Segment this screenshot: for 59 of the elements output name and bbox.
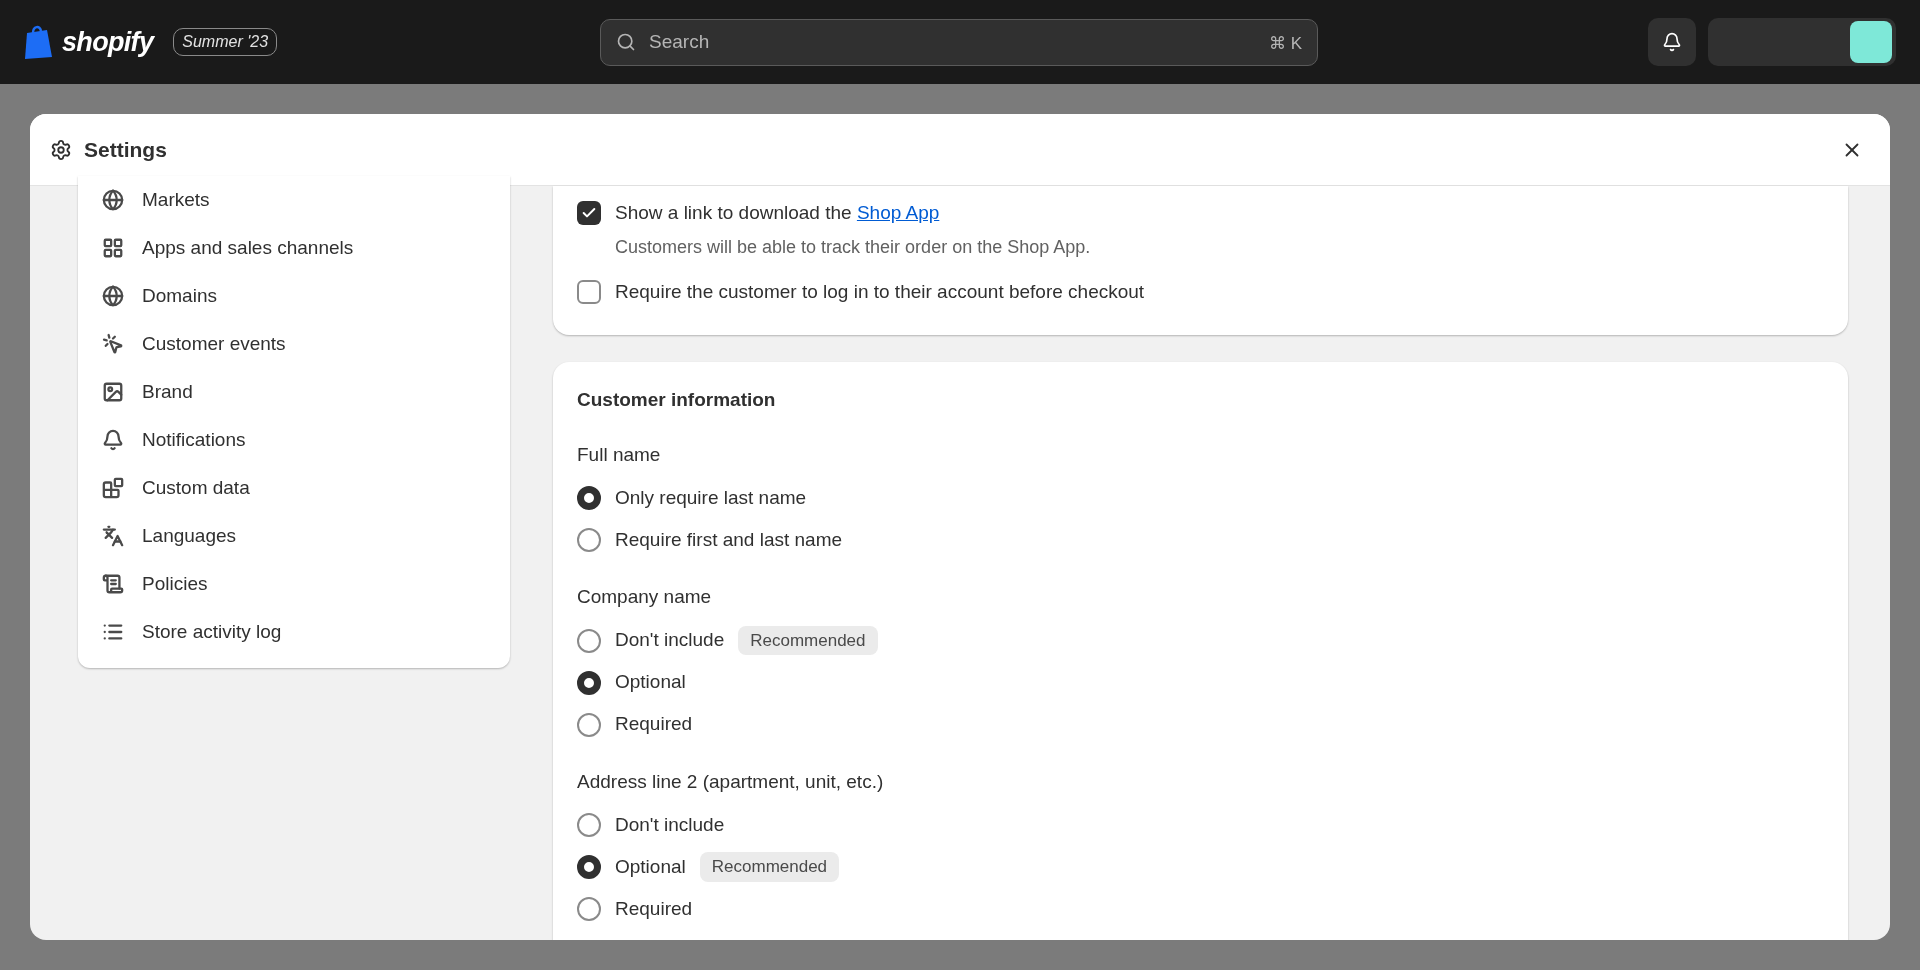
radio-label: Don't include bbox=[615, 812, 725, 837]
shopping-bag-icon bbox=[24, 24, 54, 60]
group-label: Company name bbox=[577, 585, 713, 609]
sidebar-item[interactable]: Customer events bbox=[102, 320, 486, 368]
account-button[interactable] bbox=[1708, 18, 1896, 66]
radio-label: Don't include bbox=[615, 628, 725, 653]
radio-button[interactable] bbox=[577, 670, 601, 695]
radio-button[interactable] bbox=[577, 813, 601, 837]
bell-icon bbox=[1662, 32, 1682, 52]
checkbox-label: Show a link to download the Shop App bbox=[615, 200, 940, 225]
checkbox-label: Require the customer to log in to their account before checkout bbox=[615, 279, 1145, 304]
sidebar-item[interactable]: Domains bbox=[102, 272, 486, 320]
card-title: Customer information bbox=[577, 388, 777, 412]
radio-label: Require first and last name bbox=[615, 527, 843, 552]
sidebar-item[interactable]: Store activity log bbox=[102, 608, 486, 656]
group-label: Address line 2 (apartment, unit, etc.) bbox=[577, 769, 885, 794]
bell-icon bbox=[102, 429, 124, 451]
sidebar-item[interactable]: Brand bbox=[102, 368, 486, 416]
avatar bbox=[1850, 21, 1892, 63]
sidebar-item[interactable]: Notifications bbox=[102, 416, 486, 464]
radio-label: Required bbox=[615, 896, 693, 921]
sidebar-item[interactable]: Policies bbox=[102, 560, 486, 608]
recommended-badge: Recommended bbox=[738, 625, 878, 656]
group-label: Full name bbox=[577, 442, 662, 467]
help-text: Customers will be able to track their order on the Shop App. bbox=[615, 236, 1092, 259]
radio-button[interactable] bbox=[577, 486, 601, 510]
list-icon bbox=[102, 621, 124, 643]
sidebar-item[interactable]: Apps and sales channels bbox=[102, 224, 486, 272]
sidebar-item[interactable]: Languages bbox=[102, 512, 486, 560]
translate-icon bbox=[102, 525, 124, 547]
grid-icon bbox=[102, 237, 124, 259]
recommended-badge: Recommended bbox=[699, 852, 840, 882]
pointer-click-icon bbox=[102, 333, 124, 355]
radio-button[interactable] bbox=[577, 528, 601, 552]
radio-label: Only require last name bbox=[615, 485, 807, 510]
radio-button[interactable] bbox=[577, 855, 601, 879]
radio-button[interactable] bbox=[577, 897, 601, 921]
edition-badge: Summer '23 bbox=[173, 28, 278, 56]
sidebar-item[interactable]: Markets bbox=[102, 176, 486, 224]
globe-icon bbox=[102, 189, 124, 211]
shop-app-link[interactable]: Shop App bbox=[856, 201, 940, 223]
brand-name: shopify bbox=[62, 25, 154, 59]
checkbox[interactable] bbox=[577, 201, 601, 225]
radio-button[interactable] bbox=[577, 712, 601, 737]
blocks-icon bbox=[102, 477, 124, 499]
checkbox[interactable] bbox=[577, 280, 601, 304]
radio-button[interactable] bbox=[577, 628, 601, 653]
search-icon bbox=[616, 31, 636, 52]
scroll-icon bbox=[102, 573, 124, 595]
settings-icon bbox=[50, 138, 72, 161]
sidebar-item[interactable]: Custom data bbox=[102, 464, 486, 512]
image-icon bbox=[102, 381, 124, 403]
radio-label: Optional bbox=[615, 854, 686, 879]
modal-title: Settings bbox=[84, 136, 167, 163]
radio-label: Optional bbox=[615, 670, 686, 695]
shortcut-hint: ⌘ K bbox=[1268, 32, 1302, 55]
notifications-button[interactable] bbox=[1648, 18, 1696, 66]
globe-icon bbox=[102, 285, 124, 307]
radio-label: Required bbox=[615, 712, 693, 737]
